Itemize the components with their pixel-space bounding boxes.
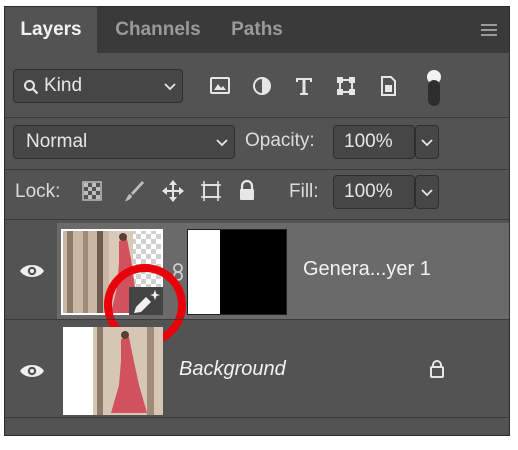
lock-transparent-pixels-icon[interactable]	[81, 180, 103, 202]
layer-lock-icon[interactable]	[429, 359, 445, 379]
layer-mask-thumbnail[interactable]	[187, 229, 287, 315]
layer-name[interactable]: Genera...yer 1	[303, 258, 431, 281]
lock-position-icon[interactable]	[161, 179, 185, 203]
visibility-eye-icon[interactable]	[19, 362, 45, 380]
opacity-value: 100%	[344, 131, 393, 152]
fill-label: Fill:	[289, 181, 319, 202]
fill-input[interactable]: 100%	[333, 175, 415, 209]
blend-mode-select[interactable]: Normal	[13, 125, 235, 159]
lock-all-icon[interactable]	[237, 179, 257, 203]
smart-object-filter-icon[interactable]	[377, 75, 399, 97]
chevron-down-icon	[216, 139, 228, 147]
filter-kind-label: Kind	[44, 75, 83, 96]
panel-tab-bar: Layers Channels Paths	[5, 7, 509, 53]
divider	[5, 417, 509, 418]
chevron-down-icon	[164, 83, 176, 91]
layer-name[interactable]: Background	[179, 358, 286, 381]
divider	[5, 219, 509, 220]
divider	[5, 117, 509, 118]
chevron-down-icon	[421, 189, 433, 197]
lock-artboard-icon[interactable]	[199, 179, 223, 203]
type-filter-icon[interactable]	[293, 75, 315, 97]
blend-mode-value: Normal	[26, 131, 88, 152]
filter-kind-select[interactable]: Kind	[13, 69, 183, 103]
panel-menu-icon[interactable]	[481, 24, 497, 36]
lock-image-pixels-icon[interactable]	[123, 179, 145, 203]
visibility-eye-icon[interactable]	[19, 262, 45, 280]
opacity-dropdown-button[interactable]	[415, 125, 439, 159]
layer-row-background[interactable]: Background	[5, 321, 509, 417]
chevron-down-icon	[421, 139, 433, 147]
filter-toggle[interactable]	[426, 70, 442, 108]
search-icon	[24, 80, 39, 95]
tab-paths[interactable]: Paths	[221, 7, 293, 53]
background-thumbnail	[63, 327, 163, 415]
opacity-label: Opacity:	[245, 130, 315, 151]
opacity-input[interactable]: 100%	[333, 125, 415, 159]
adjustment-filter-icon[interactable]	[251, 75, 273, 97]
tab-channels[interactable]: Channels	[105, 7, 211, 53]
lock-label: Lock:	[15, 181, 61, 202]
layer-row-generative[interactable]: Genera...yer 1	[5, 223, 509, 346]
fill-dropdown-button[interactable]	[415, 175, 439, 209]
divider	[5, 319, 509, 320]
shape-filter-icon[interactable]	[335, 75, 357, 97]
tab-layers[interactable]: Layers	[5, 7, 97, 53]
layers-panel: Layers Channels Paths Kind Normal Opacit…	[4, 6, 510, 436]
fill-value: 100%	[344, 181, 393, 202]
image-filter-icon[interactable]	[209, 75, 231, 97]
divider	[5, 169, 509, 170]
